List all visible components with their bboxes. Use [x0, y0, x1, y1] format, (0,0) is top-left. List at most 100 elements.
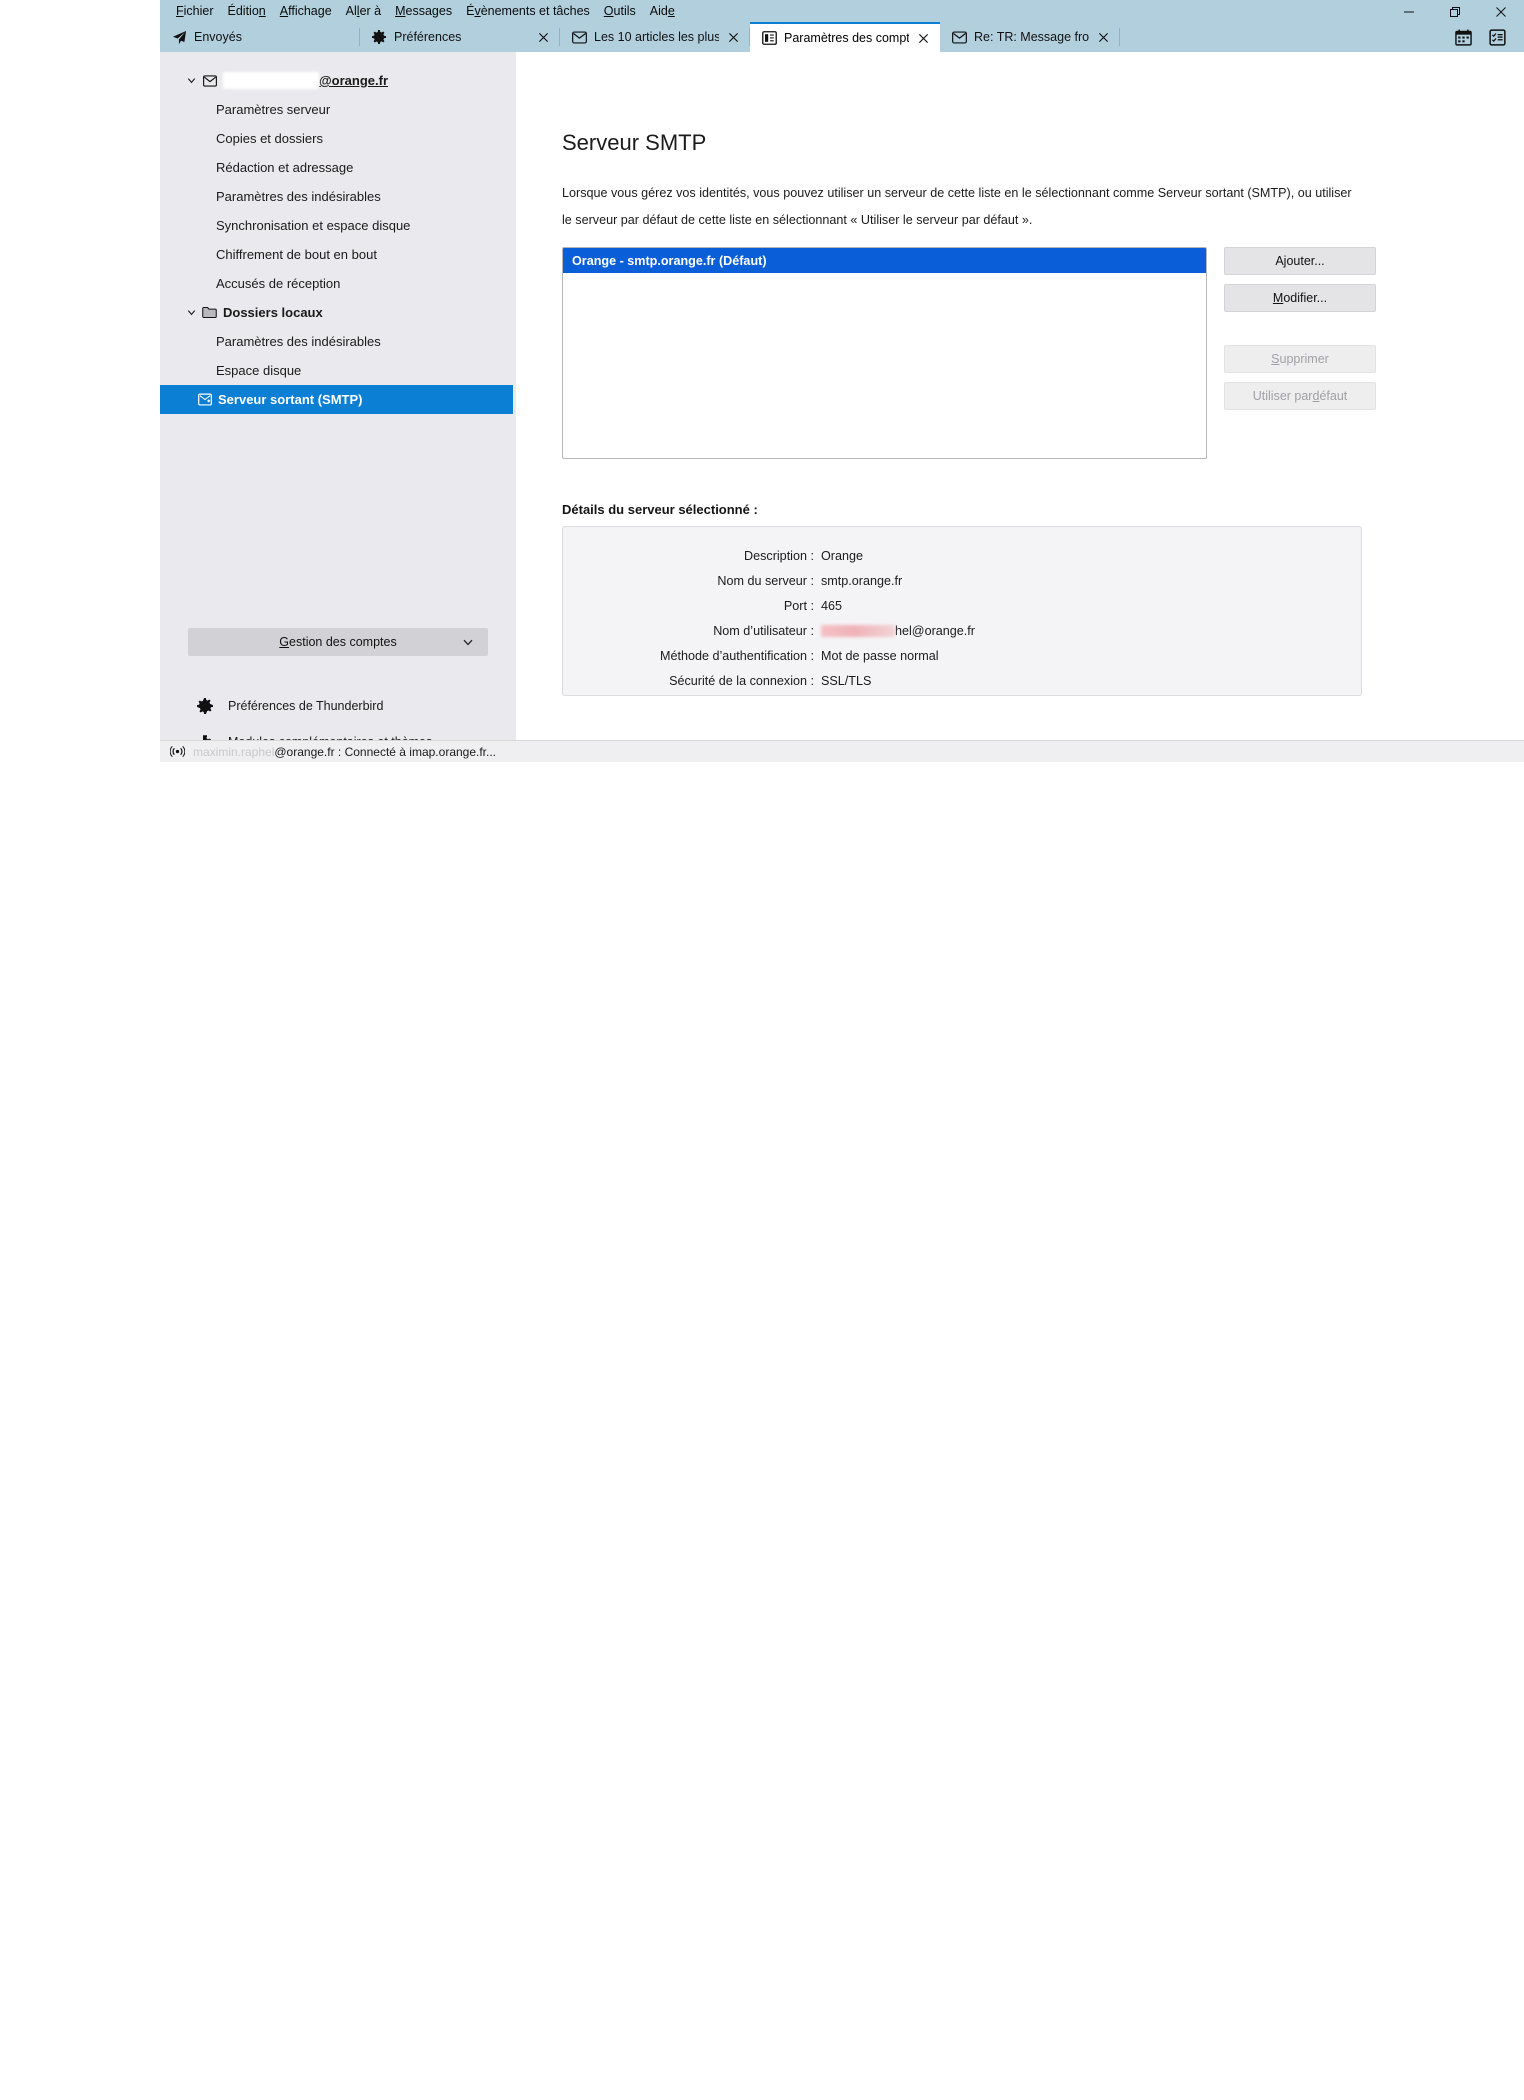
tab-close-icon[interactable] — [916, 31, 931, 46]
detail-value: SSL/TLS — [821, 673, 872, 688]
tab-preferences[interactable]: Préférences — [360, 22, 560, 52]
sidebar-item-local-parametres-des-indesirables[interactable]: Paramètres des indésirables — [160, 327, 516, 356]
account-management-button[interactable]: Gestion des comptes — [188, 628, 488, 656]
status-faded-user: maximin.raphel — [193, 744, 275, 759]
server-details-panel: Description : Orange Nom du serveur : sm… — [562, 526, 1362, 696]
menu-item-affichage[interactable]: Affichage — [273, 0, 339, 22]
content-area: @orange.fr Paramètres serveur Copies et … — [160, 52, 1524, 749]
tasks-icon[interactable] — [1488, 28, 1506, 46]
sidebar-link-preferences-thunderbird[interactable]: Préférences de Thunderbird — [188, 697, 383, 715]
sidebar-item-accuses-de-reception[interactable]: Accusés de réception — [160, 269, 516, 298]
sidebar-item-label: Accusés de réception — [216, 276, 341, 291]
detail-row-auth-method: Méthode d’authentification : Mot de pass… — [563, 643, 1361, 668]
detail-label: Port : — [783, 598, 814, 613]
sidebar-item-espace-disque[interactable]: Espace disque — [160, 356, 516, 385]
detail-value: Orange — [821, 548, 864, 563]
page-description: Lorsque vous gérez vos identités, vous p… — [562, 186, 1352, 227]
redacted-account-name — [223, 72, 319, 89]
server-list-buttons: Aj outer... Modifier... Supprimer Utilise… — [1224, 247, 1376, 419]
sidebar-item-label: Espace disque — [216, 363, 302, 378]
account-tree: @orange.fr Paramètres serveur Copies et … — [160, 66, 516, 414]
chevron-down-icon[interactable] — [184, 306, 198, 320]
tab-strip-icons — [1454, 22, 1524, 52]
close-button[interactable] — [1478, 0, 1524, 24]
detail-row-description: Description : Orange — [563, 543, 1361, 568]
detail-label: Nom du serveur : — [717, 573, 814, 588]
sidebar-item-parametres-des-indesirables[interactable]: Paramètres des indésirables — [160, 182, 516, 211]
chevron-down-icon — [462, 636, 474, 648]
sidebar-item-synchronisation-espace-disque[interactable]: Synchronisation et espace disque — [160, 211, 516, 240]
accounts-icon — [761, 30, 777, 46]
add-server-button[interactable]: Aj outer... — [1224, 247, 1376, 275]
menu-item-evenements-taches[interactable]: Évènements et tâches — [459, 0, 597, 22]
account-label-suffix: @orange.fr — [319, 73, 389, 88]
detail-row-connection-security: Sécurité de la connexion : SSL/TLS — [563, 668, 1361, 693]
sidebar-item-label: Chiffrement de bout en bout — [216, 247, 377, 262]
tab-label: Envoyés — [194, 30, 242, 44]
delete-server-button[interactable]: Supprimer — [1224, 345, 1376, 373]
sidebar: @orange.fr Paramètres serveur Copies et … — [160, 52, 516, 749]
gear-icon — [196, 697, 214, 715]
sidebar-link-label: Préférences de Thunderbird — [228, 699, 384, 713]
paper-plane-icon — [171, 29, 187, 45]
chevron-down-icon[interactable] — [184, 74, 198, 88]
tab-label: Les 10 articles les plus lus ce — [594, 30, 719, 44]
detail-label: Méthode d’authentification : — [659, 648, 814, 663]
sidebar-item-redaction-et-adressage[interactable]: Rédaction et adressage — [160, 153, 516, 182]
calendar-icon[interactable] — [1454, 28, 1472, 46]
tab-label: Préférences — [394, 30, 462, 44]
tab-close-icon[interactable] — [1096, 30, 1111, 45]
smtp-server-list[interactable]: Orange - smtp.orange.fr (Défaut) — [562, 247, 1207, 459]
list-item[interactable]: Orange - smtp.orange.fr (Défaut) — [563, 248, 1206, 273]
sidebar-item-copies-et-dossiers[interactable]: Copies et dossiers — [160, 124, 516, 153]
tab-envoyes[interactable]: Envoyés — [160, 22, 360, 52]
sidebar-item-label: Copies et dossiers — [216, 131, 323, 146]
menu-item-outils[interactable]: Outils — [597, 0, 643, 22]
restore-button[interactable] — [1432, 0, 1478, 24]
menu-item-edition[interactable]: Édition — [221, 0, 273, 22]
status-text: maximin.raphel@orange.fr : Connecté à im… — [193, 744, 497, 759]
status-bar: maximin.raphel@orange.fr : Connecté à im… — [160, 740, 1524, 762]
tab-articles[interactable]: Les 10 articles les plus lus ce — [560, 22, 750, 52]
minimize-button[interactable] — [1386, 0, 1432, 24]
sidebar-item-label: Paramètres des indésirables — [216, 189, 381, 204]
detail-value: Mot de passe normal — [821, 648, 939, 663]
tab-strip-spacer — [1120, 22, 1454, 52]
page-title: Serveur SMTP — [562, 130, 707, 155]
tab-label: Paramètres des comptes Co — [784, 31, 909, 45]
tree-item-dossiers-locaux[interactable]: Dossiers locaux — [160, 298, 516, 327]
set-default-button[interactable]: Utiliser par d éfaut — [1224, 382, 1376, 410]
tab-close-icon[interactable] — [536, 30, 551, 45]
tree-item-account[interactable]: @orange.fr — [160, 66, 516, 95]
detail-row-username: Nom d’utilisateur : hel@orange.fr — [563, 618, 1361, 643]
edit-server-button[interactable]: Modifier... — [1224, 284, 1376, 312]
details-title: Détails du serveur sélectionné : — [562, 502, 758, 517]
detail-label: Sécurité de la connexion : — [669, 673, 814, 688]
tab-re-tr-message[interactable]: Re: TR: Message from KM_3 — [940, 22, 1120, 52]
sidebar-item-label: Rédaction et adressage — [216, 160, 354, 175]
window-controls — [1386, 0, 1524, 24]
tab-strip: Envoyés Préférences Les 10 articles les … — [160, 22, 1524, 52]
sidebar-item-chiffrement-bout-en-bout[interactable]: Chiffrement de bout en bout — [160, 240, 516, 269]
smtp-icon — [196, 391, 213, 408]
menu-item-aller-a[interactable]: Aller à — [339, 0, 388, 22]
tree-item-label: Dossiers locaux — [223, 305, 323, 320]
detail-label: Description : — [744, 548, 814, 563]
menu-item-fichier[interactable]: Fichier — [169, 0, 221, 22]
sidebar-item-parametres-serveur[interactable]: Paramètres serveur — [160, 95, 516, 124]
tab-close-icon[interactable] — [726, 30, 741, 45]
detail-row-hostname: Nom du serveur : smtp.orange.fr — [563, 568, 1361, 593]
app-root: Fichier Édition Affichage Aller à Messag… — [0, 0, 1524, 2100]
menu-item-aide[interactable]: Aide — [643, 0, 682, 22]
envelope-icon — [951, 29, 967, 45]
sidebar-item-serveur-sortant-smtp[interactable]: Serveur sortant (SMTP) — [160, 385, 513, 414]
menu-item-messages[interactable]: Messages — [388, 0, 459, 22]
tab-label: Re: TR: Message from KM_3 — [974, 30, 1089, 44]
detail-row-port: Port : 465 — [563, 593, 1361, 618]
menu-bar: Fichier Édition Affichage Aller à Messag… — [160, 0, 1524, 22]
sidebar-item-label: Paramètres serveur — [216, 102, 331, 117]
detail-value: 465 — [821, 598, 843, 613]
sidebar-item-label: Synchronisation et espace disque — [216, 218, 411, 233]
tab-parametres-des-comptes[interactable]: Paramètres des comptes Co — [750, 22, 940, 52]
sidebar-item-label: Paramètres des indésirables — [216, 334, 381, 349]
